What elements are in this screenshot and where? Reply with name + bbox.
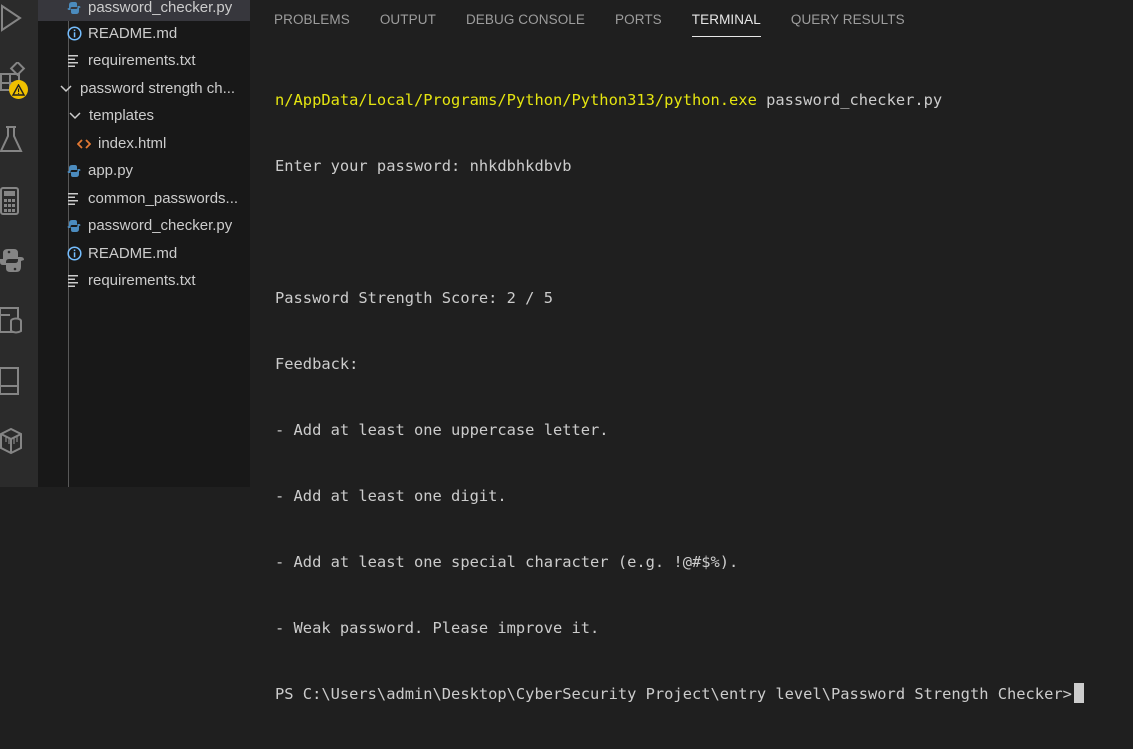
python-icon[interactable] <box>0 244 30 278</box>
tree-item-label: password strength ch... <box>80 80 236 97</box>
tree-item-label: requirements.txt <box>88 52 196 69</box>
terminal-line: - Add at least one digit. <box>275 487 507 505</box>
tree-item-requirements[interactable]: requirements.txt <box>38 267 278 294</box>
python-file-icon <box>66 0 82 16</box>
testing-icon[interactable] <box>0 122 30 156</box>
tab-terminal[interactable]: TERMINAL <box>691 6 761 37</box>
text-file-icon <box>66 273 82 289</box>
terminal-line: Feedback: <box>275 355 359 373</box>
terminal-line: - Add at least one uppercase letter. <box>275 421 609 439</box>
tree-item-readme-top[interactable]: README.md <box>38 20 278 47</box>
tree-item-label: templates <box>89 107 155 124</box>
chevron-down-icon <box>58 81 74 97</box>
terminal-cursor <box>1073 683 1084 703</box>
terminal-command-line: n/AppData/Local/Programs/Python/Python31… <box>275 89 1133 111</box>
run-debug-icon[interactable] <box>0 2 30 36</box>
tree-item-requirements-top[interactable]: requirements.txt <box>38 47 278 74</box>
panel-icon[interactable] <box>0 364 30 398</box>
tree-item-readme[interactable]: README.md <box>38 240 278 267</box>
tree-item-app-py[interactable]: app.py <box>38 157 278 184</box>
warning-badge-icon <box>9 80 28 99</box>
tree-item-label: index.html <box>98 135 167 152</box>
package-icon[interactable] <box>0 424 30 458</box>
terminal-line: Enter your password: nhkdbhkdbvb <box>275 157 572 175</box>
bottom-panel: PROBLEMS OUTPUT DEBUG CONSOLE PORTS TERM… <box>250 0 1133 703</box>
python-file-icon <box>66 163 82 179</box>
tab-query-results[interactable]: QUERY RESULTS <box>791 6 905 36</box>
tree-item-folder-templates[interactable]: templates <box>38 102 279 129</box>
info-icon <box>66 26 82 42</box>
tree-item-password-checker-top[interactable]: password_checker.py <box>38 0 278 21</box>
tree-item-common-passwords[interactable]: common_passwords... <box>38 185 278 212</box>
tree-item-label: README.md <box>88 25 178 42</box>
tree-item-label: app.py <box>88 162 134 179</box>
terminal-line: - Add at least one special character (e.… <box>275 553 739 571</box>
terminal-line: - Weak password. Please improve it. <box>275 619 600 637</box>
explorer-sidebar: password_checker.py README.md requiremen… <box>38 0 278 487</box>
panel-tabs: PROBLEMS OUTPUT DEBUG CONSOLE PORTS TERM… <box>274 6 905 37</box>
tree-item-password-checker[interactable]: password_checker.py <box>38 212 278 239</box>
command-argument: password_checker.py <box>756 91 943 109</box>
tab-output[interactable]: OUTPUT <box>380 6 436 36</box>
activity-bar <box>0 0 38 487</box>
info-icon <box>66 246 82 262</box>
calculator-icon[interactable] <box>0 184 30 218</box>
terminal-line: Password Strength Score: 2 / 5 <box>275 289 553 307</box>
terminal-prompt: PS C:\Users\admin\Desktop\CyberSecurity … <box>275 685 1072 703</box>
tab-ports[interactable]: PORTS <box>615 6 662 36</box>
tree-item-label: password_checker.py <box>88 0 233 16</box>
terminal-prompt-line[interactable]: PS C:\Users\admin\Desktop\CyberSecurity … <box>275 683 1133 705</box>
tree-item-folder-password-strength[interactable]: password strength ch... <box>38 75 270 102</box>
tree-item-label: README.md <box>88 245 178 262</box>
tab-debug-console[interactable]: DEBUG CONSOLE <box>466 6 585 36</box>
python-file-icon <box>66 218 82 234</box>
text-file-icon <box>66 53 82 69</box>
tree-item-label: common_passwords... <box>88 190 239 207</box>
tab-problems[interactable]: PROBLEMS <box>274 6 350 36</box>
command-path: n/AppData/Local/Programs/Python/Python31… <box>275 91 757 109</box>
html-file-icon <box>76 136 92 152</box>
database-icon[interactable] <box>0 304 30 338</box>
tree-item-label: requirements.txt <box>88 272 196 289</box>
chevron-down-icon <box>67 108 83 124</box>
terminal-output[interactable]: n/AppData/Local/Programs/Python/Python31… <box>275 45 1133 749</box>
text-file-icon <box>66 191 82 207</box>
tree-item-label: password_checker.py <box>88 217 233 234</box>
